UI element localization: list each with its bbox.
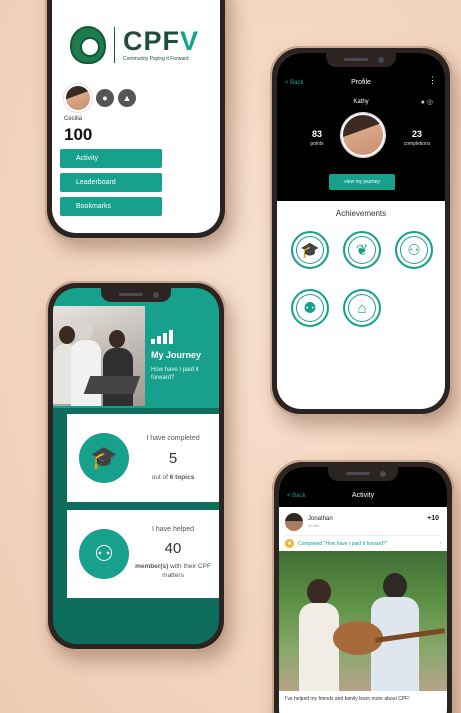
journey-screen: My Journey How have I paid it forward? 🎓… xyxy=(53,288,219,644)
helped-label: I have helped xyxy=(151,526,195,533)
completions-value: 23 xyxy=(411,129,422,139)
points-badge: +10 xyxy=(427,515,439,522)
scene-background: CPFV Community Paying it Forward ● ▲ Cec… xyxy=(0,0,461,713)
profile-header: < Back Profile ⋮ Kathy ● ◎ 83 points 23 … xyxy=(277,53,445,201)
star-icon: ★ xyxy=(285,539,294,548)
post-photo[interactable] xyxy=(279,551,447,691)
journey-subtitle: How have I paid it forward? xyxy=(151,367,199,381)
completed-text: Completed "How have I paid it forward?" xyxy=(298,540,388,547)
completed-label: I have completed xyxy=(146,435,200,442)
crest-icon xyxy=(70,26,106,64)
avatar[interactable] xyxy=(285,513,303,531)
chart-bars-icon xyxy=(151,330,173,344)
post-time: 1h 5m xyxy=(308,523,320,528)
avatar[interactable] xyxy=(341,113,385,157)
sprout-icon[interactable]: ❦ xyxy=(343,231,381,269)
settings-icon[interactable]: ● ◎ xyxy=(421,98,433,106)
view-journey-button[interactable]: view my journey xyxy=(329,174,395,190)
phone-notch xyxy=(101,288,171,302)
helped-value: 40 xyxy=(164,540,182,557)
post-header: Jonathan 1h 5m xyxy=(285,513,333,531)
phone-journey: My Journey How have I paid it forward? 🎓… xyxy=(46,281,226,651)
phone-profile: < Back Profile ⋮ Kathy ● ◎ 83 points 23 … xyxy=(270,46,452,416)
completed-item[interactable]: ★ Completed "How have I paid it forward?… xyxy=(285,535,441,552)
user-name: Cecilia xyxy=(64,116,83,122)
graduation-cap-icon: 🎓 xyxy=(79,433,129,483)
points-label: points xyxy=(310,141,324,147)
leaderboard-button[interactable]: Leaderboard xyxy=(60,173,162,192)
page-title: Activity xyxy=(351,492,375,499)
home-icon[interactable]: ⌂ xyxy=(343,289,381,327)
points-value: 100 xyxy=(64,125,93,144)
phone-notch xyxy=(326,53,396,67)
chat-icon[interactable]: ● xyxy=(96,89,114,107)
logo-divider xyxy=(114,27,115,63)
bookmarks-button[interactable]: Bookmarks xyxy=(60,197,162,216)
achievements-title: Achievements xyxy=(335,209,387,218)
phone-activity: < Back Activity Jonathan 1h 5m +10 ★ Com… xyxy=(272,460,454,713)
bell-icon[interactable]: ▲ xyxy=(118,89,136,107)
phone-notch xyxy=(328,467,398,481)
brand-tagline: Community Paying it Forward xyxy=(123,56,189,62)
completions-label: completions xyxy=(403,141,431,147)
activity-button[interactable]: Activity xyxy=(60,149,162,168)
avatar[interactable] xyxy=(64,84,92,112)
activity-header: < Back Activity xyxy=(279,467,447,507)
activity-screen: < Back Activity Jonathan 1h 5m +10 ★ Com… xyxy=(279,467,447,713)
completed-total: out of 6 topics xyxy=(151,474,195,481)
poster-name: Jonathan xyxy=(308,516,333,522)
family-icon[interactable]: ⚇ xyxy=(395,231,433,269)
home-screen: CPFV Community Paying it Forward ● ▲ Cec… xyxy=(52,0,220,233)
helped-card[interactable]: ⚇ I have helped 40 member(s) with their … xyxy=(67,510,219,598)
points-value: 83 xyxy=(311,129,322,139)
journey-title: My Journey xyxy=(151,350,202,360)
completed-value: 5 xyxy=(168,450,178,467)
page-title: Profile xyxy=(351,79,371,86)
completed-card[interactable]: 🎓 I have completed 5 out of 6 topics xyxy=(67,414,219,502)
more-icon[interactable]: ⋮ xyxy=(428,75,437,86)
journey-photo xyxy=(53,306,145,406)
people-icon: ⚇ xyxy=(79,529,129,579)
phone-home: CPFV Community Paying it Forward ● ▲ Cec… xyxy=(45,0,227,240)
chevron-right-icon: › xyxy=(439,540,441,547)
helped-description: member(s) with their CPF matters xyxy=(135,563,211,579)
group-icon[interactable]: ⚉ xyxy=(291,289,329,327)
journey-hero: My Journey How have I paid it forward? xyxy=(53,288,219,408)
brand-name: CPFV xyxy=(123,26,200,56)
profile-screen: < Back Profile ⋮ Kathy ● ◎ 83 points 23 … xyxy=(277,53,445,409)
cpf-logo: CPFV Community Paying it Forward xyxy=(70,23,210,67)
post-caption: I've helped my friends and family learn … xyxy=(285,696,410,702)
graduation-cap-icon[interactable]: 🎓 xyxy=(291,231,329,269)
